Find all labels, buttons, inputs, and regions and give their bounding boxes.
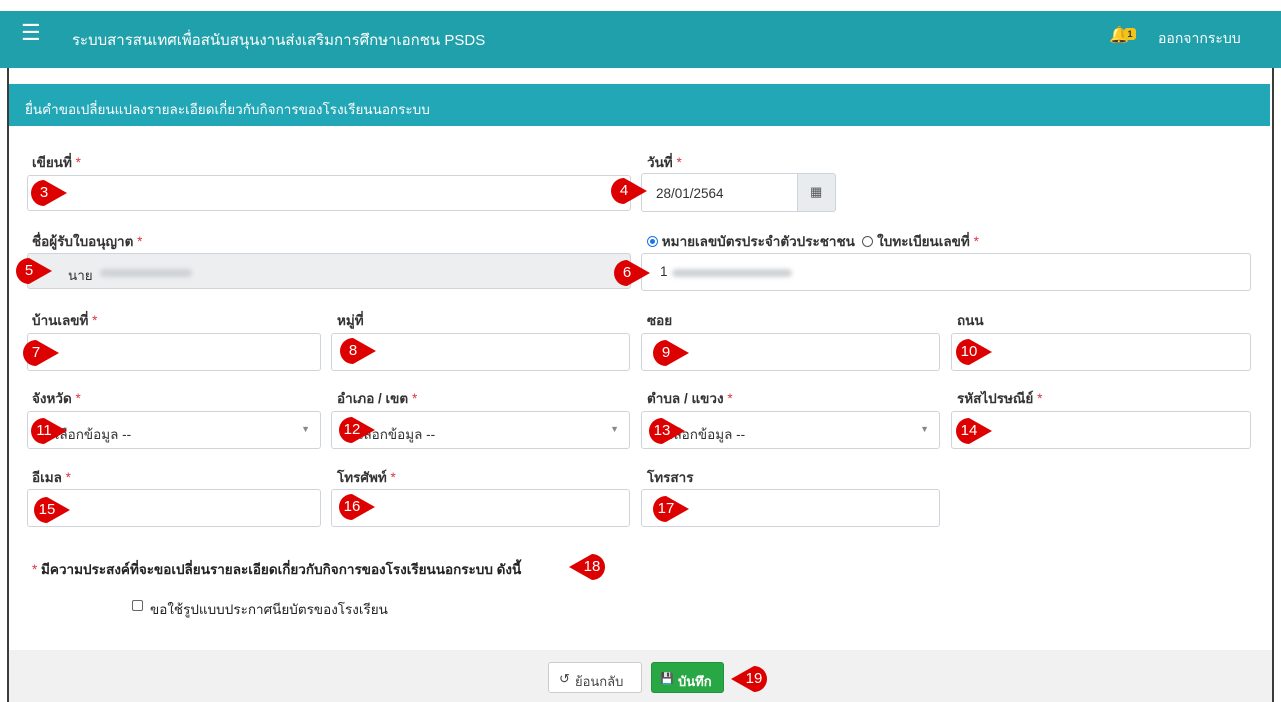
written-at-input[interactable] — [27, 175, 631, 211]
redacted-name — [100, 269, 192, 277]
phone-label: โทรศัพท์ * — [337, 470, 396, 485]
redacted-id — [672, 269, 792, 277]
written-at-label: เขียนที่ * — [32, 155, 81, 170]
panel-title: ยื่นคำขอเปลี่ยนแปลงรายละเอียดเกี่ยวกับกิ… — [25, 102, 430, 117]
road-input[interactable] — [951, 333, 1251, 371]
panel-header: ยื่นคำขอเปลี่ยนแปลงรายละเอียดเกี่ยวกับกิ… — [9, 84, 1270, 126]
marker-13: 13 — [648, 417, 686, 445]
date-label: วันที่ * — [647, 155, 682, 170]
marker-5: 5 — [15, 257, 53, 285]
save-button[interactable]: 💾 บันทึก — [651, 662, 724, 693]
save-icon: 💾 — [660, 673, 674, 685]
province-select[interactable]: -- เลือกข้อมูล -- ▼ — [27, 411, 321, 449]
save-button-label: บันทึก — [678, 674, 712, 689]
marker-4: 4 — [610, 177, 648, 205]
marker-16: 16 — [338, 493, 376, 521]
email-input[interactable] — [27, 489, 321, 527]
licensee-name-label: ชื่อผู้รับใบอนุญาต * — [32, 234, 143, 249]
marker-3: 3 — [30, 179, 68, 207]
chevron-down-icon: ▼ — [301, 424, 310, 434]
house-no-label: บ้านเลขที่ * — [32, 313, 98, 328]
soi-label: ซอย — [647, 313, 673, 328]
back-button-label: ย้อนกลับ — [575, 674, 624, 689]
marker-9: 9 — [652, 339, 690, 367]
marker-11: 11 — [30, 417, 68, 445]
back-button[interactable]: ↺ ย้อนกลับ — [548, 662, 642, 693]
chevron-down-icon: ▼ — [610, 424, 619, 434]
calendar-icon: ▦ — [810, 184, 823, 199]
certificate-format-label: ขอใช้รูปแบบประกาศนียบัตรของโรงเรียน — [150, 602, 388, 617]
fax-label: โทรสาร — [647, 470, 694, 485]
id-number-input[interactable]: 1 — [641, 253, 1251, 291]
radio-registration-label: ใบทะเบียนเลขที่ — [877, 234, 970, 249]
app-title: ระบบสารสนเทศเพื่อสนับสนุนงานส่งเสริมการศ… — [72, 32, 486, 49]
notification-badge: 1 — [1124, 28, 1136, 40]
left-frame-border — [7, 68, 9, 702]
moo-label: หมู่ที่ — [337, 313, 364, 328]
right-frame-border — [1272, 68, 1274, 702]
marker-10: 10 — [955, 338, 993, 366]
id-type-radio-group: หมายเลขบัตรประจำตัวประชาชน ใบทะเบียนเลขท… — [647, 230, 979, 252]
purpose-label: * มีความประสงค์ที่จะขอเปลี่ยนรายละเอียดเ… — [32, 562, 522, 577]
subdistrict-label: ตำบล / แขวง * — [647, 391, 733, 406]
marker-18: 18 — [568, 553, 606, 581]
marker-7: 7 — [22, 339, 60, 367]
top-strip — [0, 0, 1281, 11]
marker-19: 19 — [730, 665, 768, 693]
marker-17: 17 — [652, 495, 690, 523]
district-label: อำเภอ / เขต * — [337, 391, 418, 406]
date-input[interactable]: 28/01/2564 — [641, 173, 798, 212]
hamburger-menu-icon[interactable]: ☰ — [21, 22, 41, 44]
radio-id-card-label: หมายเลขบัตรประจำตัวประชาชน — [661, 234, 855, 249]
logout-link[interactable]: ออกจากระบบ — [1158, 28, 1241, 50]
house-no-input[interactable] — [27, 333, 321, 371]
province-label: จังหวัด * — [32, 391, 81, 406]
certificate-format-checkbox[interactable] — [132, 600, 143, 611]
radio-registration[interactable] — [862, 236, 874, 247]
postcode-input[interactable] — [951, 411, 1251, 449]
marker-15: 15 — [33, 496, 71, 524]
top-navbar: ☰ ระบบสารสนเทศเพื่อสนับสนุนงานส่งเสริมกา… — [0, 0, 1281, 68]
road-label: ถนน — [957, 313, 984, 328]
calendar-button[interactable]: ▦ — [797, 173, 836, 212]
chevron-down-icon: ▼ — [920, 424, 929, 434]
marker-8: 8 — [339, 337, 377, 365]
marker-12: 12 — [338, 416, 376, 444]
radio-id-card[interactable] — [647, 236, 658, 247]
marker-14: 14 — [955, 417, 993, 445]
licensee-name-input[interactable]: นาย — [27, 253, 631, 289]
marker-6: 6 — [613, 259, 651, 287]
email-label: อีเมล * — [32, 470, 71, 485]
undo-icon: ↺ — [559, 671, 570, 686]
postcode-label: รหัสไปรษณีย์ * — [957, 391, 1043, 406]
